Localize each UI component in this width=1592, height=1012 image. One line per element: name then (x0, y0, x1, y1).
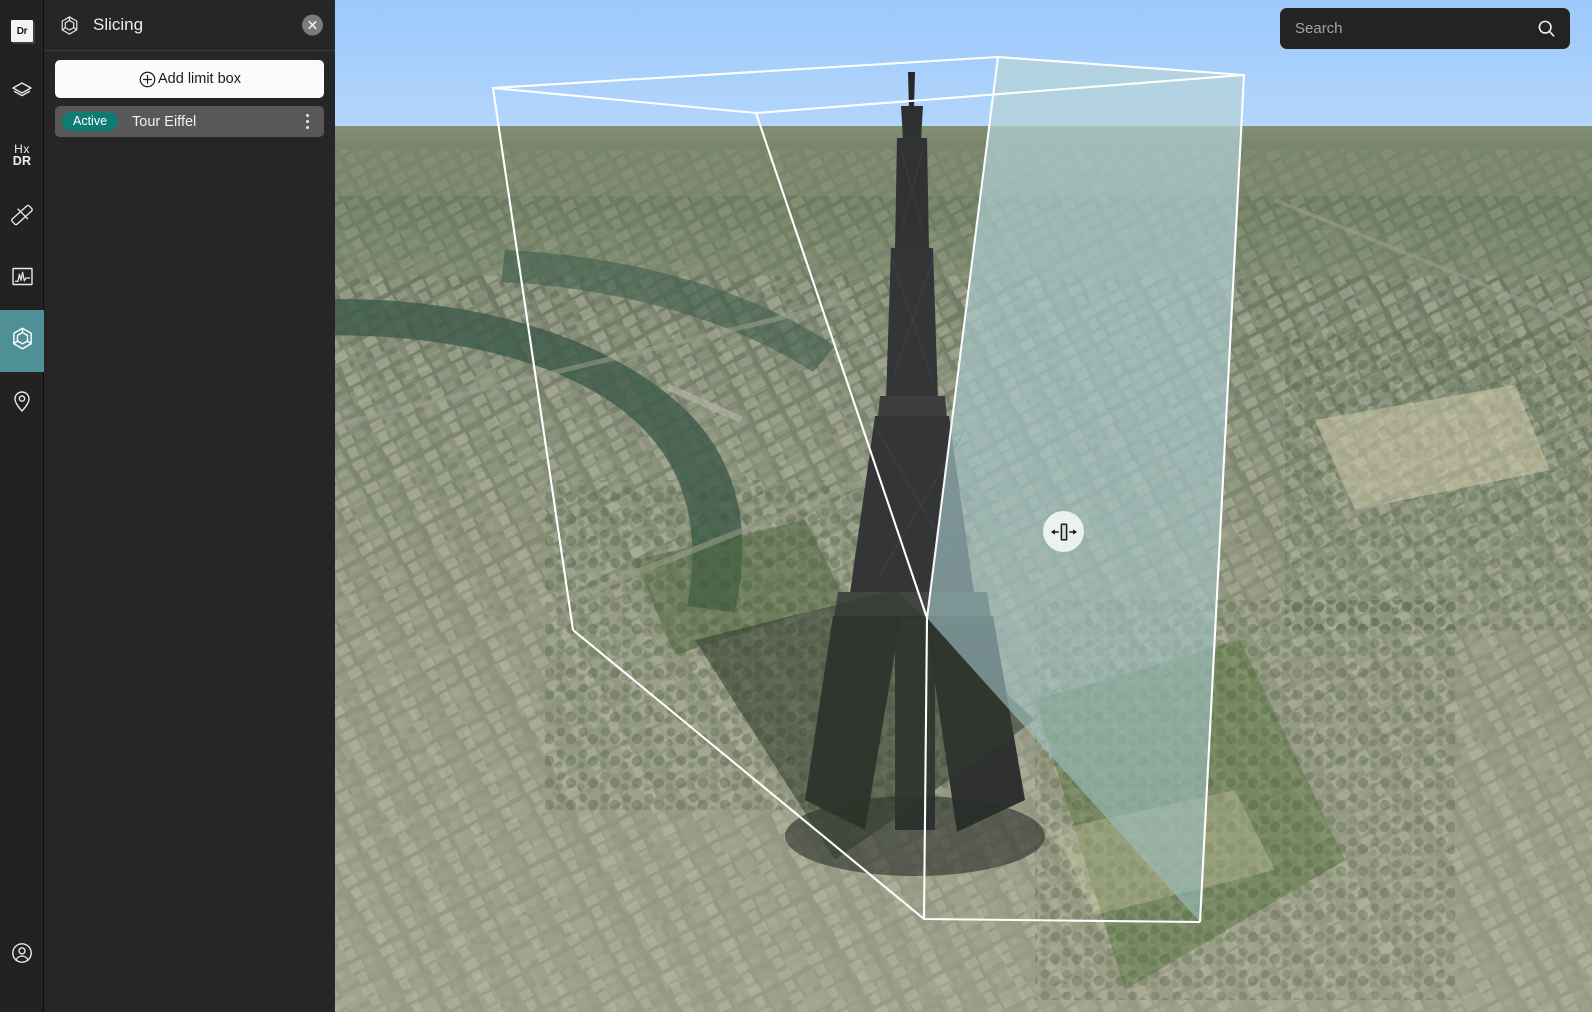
sidebar-item-logo[interactable]: Dr (0, 0, 44, 62)
map-pin-icon (10, 389, 34, 418)
map-3d-viewport[interactable] (335, 0, 1592, 1012)
panel-header: Slicing (44, 0, 335, 51)
rail-bottom-group (0, 924, 44, 986)
kebab-menu-icon[interactable] (296, 111, 318, 133)
layers-icon (10, 79, 34, 108)
panel-body: Add limit box Active Tour Eiffel (44, 51, 335, 137)
sidebar-item-account[interactable] (0, 924, 44, 986)
left-icon-rail: Dr Hx DR (0, 0, 44, 1012)
limit-box-name: Tour Eiffel (132, 113, 197, 130)
add-limit-box-label: Add limit box (157, 71, 241, 87)
sidebar-item-layers[interactable] (0, 62, 44, 124)
close-icon[interactable] (302, 14, 323, 36)
cube-icon (58, 14, 80, 36)
sidebar-item-hxdr[interactable]: Hx DR (0, 124, 44, 186)
sidebar-item-places[interactable] (0, 372, 44, 434)
app-root: Dr Hx DR Slicing Add limit box Active To… (0, 0, 1592, 1012)
cube-icon (10, 326, 35, 356)
sidebar-item-measure[interactable] (0, 186, 44, 248)
histogram-icon (11, 265, 34, 293)
status-badge: Active (62, 111, 119, 132)
sidebar-item-analysis[interactable] (0, 248, 44, 310)
sidebar-item-slicing[interactable] (0, 310, 44, 372)
limit-box-list-item[interactable]: Active Tour Eiffel (55, 106, 324, 137)
ruler-icon (9, 202, 35, 233)
page-title: Slicing (93, 15, 144, 34)
slice-drag-handle-icon[interactable] (1043, 511, 1084, 552)
slicing-panel: Slicing Add limit box Active Tour Eiffel (44, 0, 335, 1012)
hxdr-logo-icon: Dr (11, 20, 33, 42)
add-limit-box-button[interactable]: Add limit box (55, 60, 324, 98)
user-circle-icon (10, 941, 34, 970)
plus-circle-icon (138, 70, 157, 89)
search-input[interactable] (1295, 20, 1536, 37)
hxdr-text-icon: Hx DR (12, 142, 32, 168)
search-icon[interactable] (1536, 19, 1556, 39)
scene-render (335, 0, 1592, 1012)
search-bar[interactable] (1280, 8, 1570, 49)
